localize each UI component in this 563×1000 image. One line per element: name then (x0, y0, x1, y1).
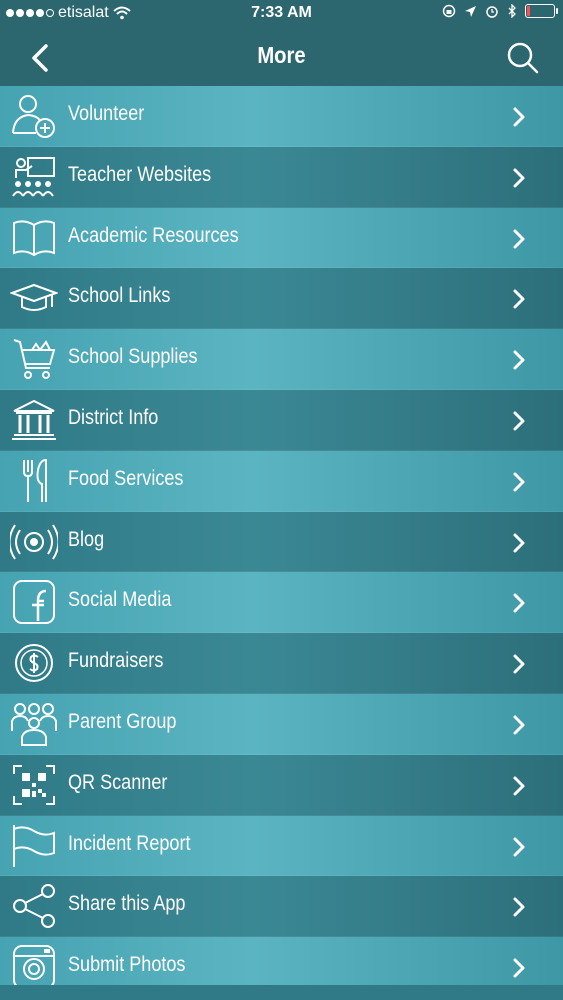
menu-item-label: Academic Resources (68, 223, 239, 247)
menu-item-school-links[interactable]: School Links (0, 268, 563, 330)
status-right (442, 4, 558, 18)
status-bar: etisalat 7:33 AM (0, 0, 563, 28)
menu-item-share-app[interactable]: Share this App (0, 876, 563, 938)
teacher-icon (10, 154, 58, 200)
navigation-bar: More (0, 28, 563, 86)
menu-item-label: Volunteer (68, 102, 145, 125)
chevron-right-icon (513, 958, 525, 978)
menu-item-label: Blog (68, 527, 105, 551)
menu-item-label: District Info (68, 405, 159, 429)
chevron-right-icon (513, 229, 525, 249)
broadcast-icon (8, 519, 60, 565)
menu-item-label: Food Services (68, 466, 184, 490)
menu-item-label: Parent Group (68, 709, 177, 733)
menu-item-label: Teacher Websites (68, 162, 212, 186)
search-icon (507, 42, 539, 74)
share-icon (10, 883, 58, 929)
menu-item-academic-resources[interactable]: Academic Resources (0, 207, 563, 269)
page-title: More (257, 42, 306, 68)
chevron-right-icon (513, 168, 525, 188)
search-button[interactable] (503, 38, 543, 78)
menu-item-label: Submit Photos (68, 953, 186, 977)
battery-icon (525, 4, 558, 18)
chevron-right-icon (513, 715, 525, 735)
more-menu-list: Volunteer Teacher Websites Academic Reso… (0, 86, 563, 998)
menu-item-food-services[interactable]: Food Services (0, 450, 563, 512)
facebook-icon (10, 579, 58, 625)
dollar-coin-icon (10, 640, 58, 686)
menu-item-teacher-websites[interactable]: Teacher Websites (0, 146, 563, 208)
chevron-right-icon (513, 654, 525, 674)
flag-icon (10, 823, 58, 869)
chevron-right-icon (513, 776, 525, 796)
chevron-right-icon (513, 107, 525, 127)
menu-item-label: School Supplies (68, 345, 198, 369)
menu-item-label: Fundraisers (68, 649, 164, 673)
shopping-cart-icon (10, 336, 58, 382)
chevron-right-icon (513, 472, 525, 492)
menu-item-school-supplies[interactable]: School Supplies (0, 329, 563, 390)
qr-code-icon (10, 762, 58, 808)
menu-item-label: School Links (68, 284, 171, 308)
chevron-right-icon (513, 837, 525, 857)
chevron-right-icon (513, 533, 525, 553)
menu-item-qr-scanner[interactable]: QR Scanner (0, 754, 563, 816)
battery-fill (527, 6, 530, 16)
bluetooth-icon (508, 4, 516, 18)
chevron-right-icon (513, 897, 525, 917)
menu-item-volunteer[interactable]: Volunteer (0, 86, 563, 147)
menu-item-incident-report[interactable]: Incident Report (0, 815, 563, 877)
building-icon (10, 397, 58, 443)
menu-item-social-media[interactable]: Social Media (0, 572, 563, 634)
graduation-cap-icon (9, 275, 59, 321)
group-icon (10, 701, 58, 747)
camera-icon (10, 944, 58, 990)
chevron-right-icon (513, 350, 525, 370)
chevron-right-icon (513, 411, 525, 431)
fork-knife-icon (10, 458, 58, 504)
menu-item-parent-group[interactable]: Parent Group (0, 693, 563, 755)
menu-item-label: Incident Report (68, 831, 191, 855)
location-arrow-icon (465, 5, 476, 17)
menu-item-partial[interactable] (0, 985, 563, 1000)
menu-item-label: QR Scanner (68, 770, 168, 794)
book-icon (10, 215, 58, 261)
chevron-right-icon (513, 289, 525, 309)
menu-item-fundraisers[interactable]: Fundraisers (0, 633, 563, 694)
menu-item-district-info[interactable]: District Info (0, 389, 563, 451)
menu-item-label: Social Media (68, 588, 172, 612)
menu-item-label: Share this App (68, 892, 186, 916)
menu-item-blog[interactable]: Blog (0, 511, 563, 573)
rotation-lock-icon (442, 4, 456, 18)
chevron-right-icon (513, 593, 525, 613)
volunteer-icon (10, 93, 58, 139)
alarm-icon (486, 6, 498, 18)
